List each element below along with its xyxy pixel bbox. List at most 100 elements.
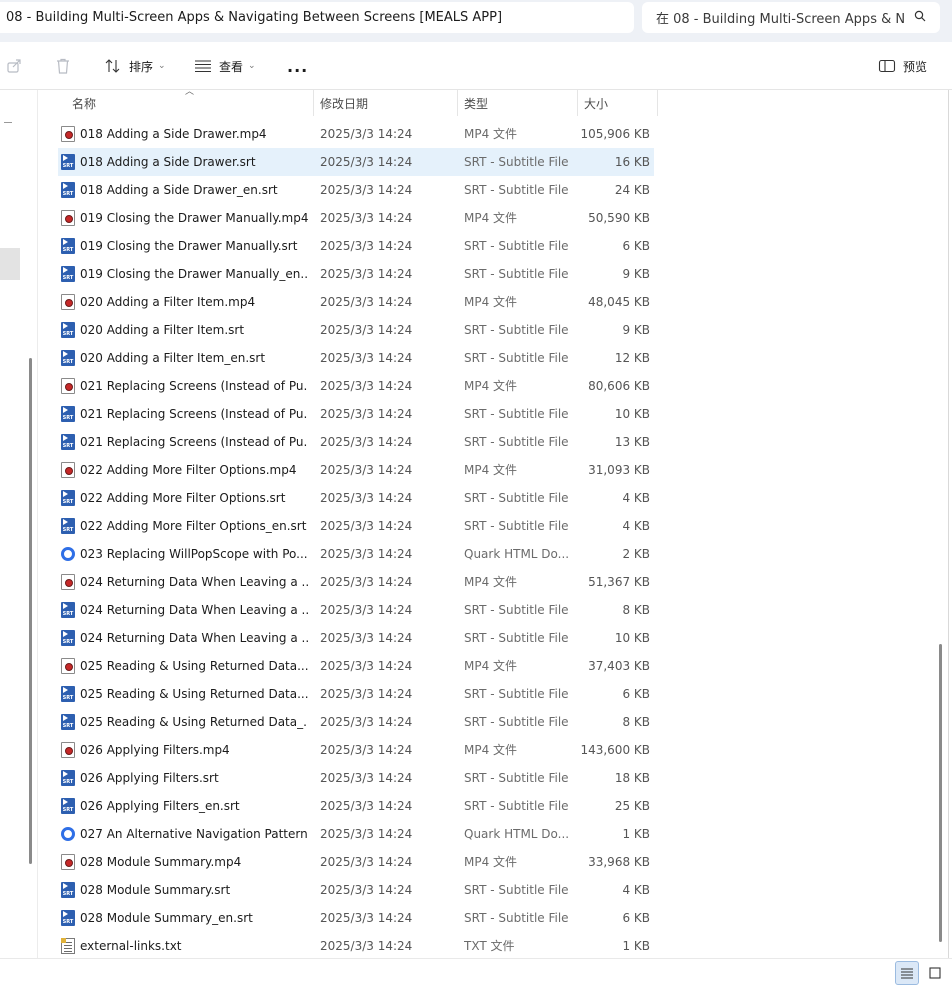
file-type: MP4 文件 (464, 659, 518, 673)
file-row[interactable]: 027 An Alternative Navigation Pattern...… (58, 820, 654, 848)
share-icon[interactable] (6, 42, 24, 90)
file-row[interactable]: 024 Returning Data When Leaving a ... 202… (58, 624, 654, 652)
file-date: 2025/3/3 14:24 (320, 519, 413, 533)
file-row[interactable]: 022 Adding More Filter Options.mp4 2025/3… (58, 456, 654, 484)
search-icon[interactable] (906, 10, 926, 26)
file-size: 8 KB (622, 715, 650, 729)
file-date: 2025/3/3 14:24 (320, 939, 413, 953)
address-bar[interactable]: 08 - Building Multi-Screen Apps & Naviga… (0, 2, 634, 33)
file-type: SRT - Subtitle File (464, 407, 569, 421)
file-row[interactable]: 019 Closing the Drawer Manually_en.... 20… (58, 260, 654, 288)
file-row[interactable]: 019 Closing the Drawer Manually.srt 2025/… (58, 232, 654, 260)
address-bar-region: 08 - Building Multi-Screen Apps & Naviga… (0, 0, 952, 42)
file-date: 2025/3/3 14:24 (320, 799, 413, 813)
file-name: 019 Closing the Drawer Manually_en.... (80, 267, 308, 281)
tiles-view-icon[interactable] (923, 961, 947, 985)
file-name: 021 Replacing Screens (Instead of Pu... (80, 407, 308, 421)
nav-scrollbar-thumb[interactable] (29, 358, 32, 864)
mp4-file-icon (61, 658, 75, 674)
file-date: 2025/3/3 14:24 (320, 211, 413, 225)
file-row[interactable]: 022 Adding More Filter Options_en.srt 202… (58, 512, 654, 540)
navigation-pane[interactable] (0, 90, 38, 958)
column-divider[interactable] (313, 90, 314, 116)
file-size: 6 KB (622, 239, 650, 253)
file-size: 4 KB (622, 883, 650, 897)
column-header-size[interactable]: 大小 (584, 90, 656, 116)
file-date: 2025/3/3 14:24 (320, 715, 413, 729)
srt-file-icon (61, 630, 75, 646)
file-size: 24 KB (614, 183, 650, 197)
file-row[interactable]: 021 Replacing Screens (Instead of Pu... 2… (58, 428, 654, 456)
file-size: 50,590 KB (588, 211, 650, 225)
file-row[interactable]: 018 Adding a Side Drawer_en.srt 2025/3/3 … (58, 176, 654, 204)
more-options-button[interactable]: ... (287, 42, 308, 90)
srt-file-icon (61, 154, 75, 170)
view-label: 查看 (219, 59, 244, 74)
file-row[interactable]: 020 Adding a Filter Item.mp4 2025/3/3 14:… (58, 288, 654, 316)
details-view-icon[interactable] (895, 961, 919, 985)
file-row[interactable]: 024 Returning Data When Leaving a ... 202… (58, 568, 654, 596)
srt-file-icon (61, 266, 75, 282)
file-name: 022 Adding More Filter Options.srt (80, 491, 286, 505)
file-date: 2025/3/3 14:24 (320, 295, 413, 309)
file-row[interactable]: 028 Module Summary.srt 2025/3/3 14:24 SRT … (58, 876, 654, 904)
file-size: 10 KB (614, 631, 650, 645)
file-row[interactable]: 021 Replacing Screens (Instead of Pu... 2… (58, 400, 654, 428)
file-name: 026 Applying Filters.mp4 (80, 743, 230, 757)
file-row[interactable]: 020 Adding a Filter Item_en.srt 2025/3/3 … (58, 344, 654, 372)
file-row[interactable]: 025 Reading & Using Returned Data_... 202… (58, 708, 654, 736)
mp4-file-icon (61, 854, 75, 870)
vertical-scrollbar[interactable] (934, 90, 952, 958)
file-row[interactable]: 026 Applying Filters_en.srt 2025/3/3 14:2… (58, 792, 654, 820)
mp4-file-icon (61, 126, 75, 142)
file-row[interactable]: 021 Replacing Screens (Instead of Pu... 2… (58, 372, 654, 400)
file-row[interactable]: 019 Closing the Drawer Manually.mp4 2025/… (58, 204, 654, 232)
column-divider[interactable] (577, 90, 578, 116)
file-row[interactable]: 025 Reading & Using Returned Data.... 202… (58, 680, 654, 708)
file-size: 48,045 KB (588, 295, 650, 309)
preview-pane-button[interactable]: 预览 (878, 42, 927, 90)
file-date: 2025/3/3 14:24 (320, 603, 413, 617)
column-header-name[interactable]: 名称 (72, 90, 312, 116)
file-row[interactable]: 026 Applying Filters.mp4 2025/3/3 14:24 MP… (58, 736, 654, 764)
column-header-date[interactable]: 修改日期 (320, 90, 456, 116)
file-row[interactable]: 025 Reading & Using Returned Data.... 202… (58, 652, 654, 680)
file-row[interactable]: 018 Adding a Side Drawer.mp4 2025/3/3 14:… (58, 120, 654, 148)
mp4-file-icon (61, 462, 75, 478)
file-row[interactable]: external-links.txt 2025/3/3 14:24 TXT 文件 1 … (58, 932, 654, 960)
vertical-scrollbar-thumb[interactable] (939, 644, 942, 942)
file-type: SRT - Subtitle File (464, 155, 569, 169)
file-row[interactable]: 022 Adding More Filter Options.srt 2025/3… (58, 484, 654, 512)
column-divider[interactable] (657, 90, 658, 116)
sort-button[interactable]: 排序 ⌄ (104, 42, 166, 90)
nav-selected-item[interactable] (0, 248, 20, 280)
file-size: 8 KB (622, 603, 650, 617)
file-row[interactable]: 028 Module Summary.mp4 2025/3/3 14:24 MP4 … (58, 848, 654, 876)
file-type: SRT - Subtitle File (464, 183, 569, 197)
delete-icon[interactable] (54, 42, 72, 90)
file-date: 2025/3/3 14:24 (320, 491, 413, 505)
srt-file-icon (61, 350, 75, 366)
file-row[interactable]: 018 Adding a Side Drawer.srt 2025/3/3 14:… (58, 148, 654, 176)
file-date: 2025/3/3 14:24 (320, 323, 413, 337)
file-row[interactable]: 028 Module Summary_en.srt 2025/3/3 14:24 S… (58, 904, 654, 932)
file-name: 021 Replacing Screens (Instead of Pu... (80, 435, 308, 449)
file-row[interactable]: 026 Applying Filters.srt 2025/3/3 14:24 SR… (58, 764, 654, 792)
column-header-type[interactable]: 类型 (464, 90, 574, 116)
file-row[interactable]: 024 Returning Data When Leaving a ... 202… (58, 596, 654, 624)
file-row[interactable]: 023 Replacing WillPopScope with Po... 202… (58, 540, 654, 568)
file-row[interactable]: 020 Adding a Filter Item.srt 2025/3/3 14:… (58, 316, 654, 344)
column-divider[interactable] (457, 90, 458, 116)
file-size: 4 KB (622, 491, 650, 505)
file-type: MP4 文件 (464, 855, 518, 869)
search-box[interactable]: 在 08 - Building Multi-Screen Apps & N (642, 2, 940, 33)
file-type: SRT - Subtitle File (464, 351, 569, 365)
file-name: 020 Adding a Filter Item.mp4 (80, 295, 256, 309)
file-name: 028 Module Summary_en.srt (80, 911, 253, 925)
scrollbar-track-line (948, 90, 949, 958)
file-size: 37,403 KB (588, 659, 650, 673)
mp4-file-icon (61, 742, 75, 758)
view-button[interactable]: 查看 ⌄ (194, 42, 256, 90)
file-name: 022 Adding More Filter Options_en.srt (80, 519, 307, 533)
srt-file-icon (61, 182, 75, 198)
